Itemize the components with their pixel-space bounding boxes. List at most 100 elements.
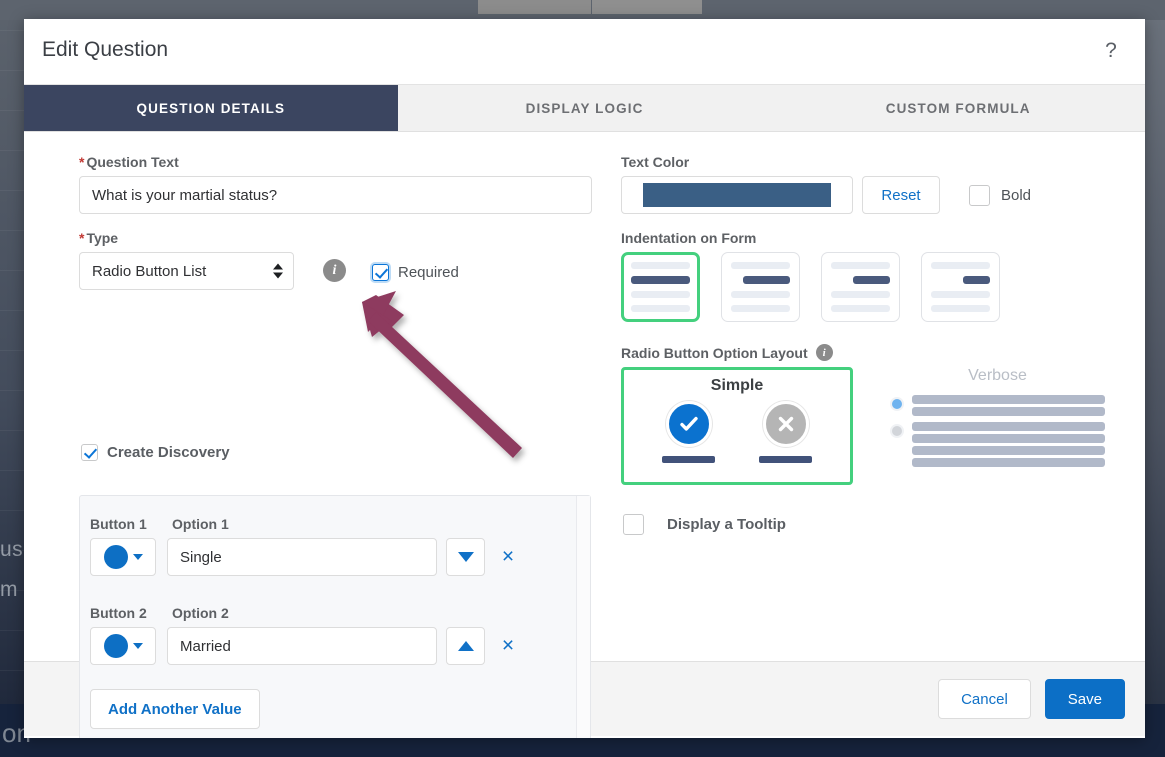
indentation-label: Indentation on Form [621,230,757,246]
required-label: Required [398,264,459,281]
triangle-up-icon [457,641,474,651]
option-1-color-picker[interactable] [90,538,156,576]
page-title: Edit Question [42,38,169,61]
modal-body: *Question Text *Type Radio Button List [24,132,1145,738]
save-button[interactable]: Save [1044,679,1125,719]
indent-option-1[interactable] [721,252,800,322]
triangle-down-icon [457,552,474,562]
option-2-color-picker[interactable] [90,627,156,665]
options-panel: Button 1 Option 1 × [79,495,591,738]
option-2-controls: × [90,627,519,665]
option-1-move-down-button[interactable] [446,538,485,576]
indent-line [831,305,890,312]
help-icon[interactable]: ? [1095,35,1127,67]
display-tooltip-checkbox[interactable] [623,514,644,535]
modal-header: Edit Question ? [24,19,1145,84]
background-ghost-text-2: m [0,578,18,601]
option-2-value-input[interactable] [167,627,437,665]
indent-line [931,305,990,312]
option-1-header: Option 1 [172,516,229,532]
option-2-move-up-button[interactable] [446,627,485,665]
indent-line [731,262,790,269]
bold-checkbox-row: Bold [969,184,1032,206]
type-field-group: * Type Radio Button List i Required [79,230,459,290]
text-color-reset-button[interactable]: Reset [862,176,940,214]
indent-line [831,262,890,269]
text-color-label: Text Color [621,154,690,170]
required-asterisk: * [79,230,85,246]
layout-option-simple[interactable]: Simple [621,367,853,485]
background-card-left [478,0,591,14]
option-row-1: Button 1 Option 1 × [90,516,519,576]
option-2-headers: Button 2 Option 2 [90,605,519,621]
type-info-icon[interactable]: i [323,259,346,282]
indentation-options [621,252,1000,322]
indent-option-2[interactable] [821,252,900,322]
bold-checkbox[interactable] [969,184,990,206]
button-2-header: Button 2 [90,605,147,621]
x-circle-icon [762,401,809,447]
text-color-swatch [643,183,831,207]
layout-simple-label: Simple [710,377,764,394]
create-discovery-row: Create Discovery [81,444,230,461]
background-right-panel [1145,20,1165,704]
layout-verbose-label: Verbose [968,367,1027,384]
option-row-2: Button 2 Option 2 × [90,605,519,665]
layout-simple-no-bar [759,456,812,463]
verbose-preview-row-1 [890,395,1105,419]
radio-selected-icon [890,397,904,411]
radio-layout-label-row: Radio Button Option Layout i [621,344,1105,361]
required-checkbox[interactable] [372,264,389,281]
radio-layout-info-icon[interactable]: i [815,344,833,361]
background-ghost-text-1: us [0,538,24,561]
required-asterisk: * [79,154,85,170]
add-another-value-wrap: Add Another Value [90,689,260,729]
indent-line [731,305,790,312]
create-discovery-checkbox[interactable] [81,444,98,461]
text-color-row: Reset Bold [621,176,1031,214]
option-2-remove-button[interactable]: × [497,635,519,657]
options-scrollbar[interactable] [576,496,590,738]
indent-line-active [743,276,790,284]
option-1-value-input[interactable] [167,538,437,576]
indent-line-active [631,276,690,284]
background-card-right [592,0,702,14]
indent-option-3[interactable] [921,252,1000,322]
display-tooltip-row: Display a Tooltip [623,514,786,535]
option-1-headers: Button 1 Option 1 [90,516,519,532]
verbose-preview-row-2 [890,422,1105,470]
check-circle-icon [665,401,712,447]
tab-question-details[interactable]: QUESTION DETAILS [24,85,398,131]
edit-question-modal: Edit Question ? QUESTION DETAILS DISPLAY… [24,19,1145,738]
color-swatch-dot [103,545,128,569]
type-select[interactable]: Radio Button List [79,252,294,290]
indent-line [631,305,690,312]
layout-option-verbose[interactable]: Verbose [890,367,1105,473]
radio-layout-group: Radio Button Option Layout i Simple Verb… [621,344,1105,485]
text-color-swatch-button[interactable] [621,176,853,214]
question-text-input[interactable] [79,176,592,214]
option-1-controls: × [90,538,519,576]
layout-simple-yes-bar [662,456,715,463]
indent-option-0[interactable] [621,252,700,322]
indent-line-active [853,276,890,284]
verbose-bars [912,395,1105,419]
bold-label: Bold [1001,186,1032,204]
display-tooltip-label: Display a Tooltip [667,516,786,533]
modal-tabs: QUESTION DETAILS DISPLAY LOGIC CUSTOM FO… [24,84,1145,132]
layout-simple-no [759,401,812,463]
type-select-wrap: Radio Button List [79,252,294,290]
cancel-button[interactable]: Cancel [938,679,1031,719]
tab-display-logic[interactable]: DISPLAY LOGIC [398,85,772,131]
indent-line [931,262,990,269]
color-swatch-dot [103,634,128,658]
chevron-down-icon [132,554,143,560]
option-2-header: Option 2 [172,605,229,621]
required-checkbox-row: Required [372,264,459,281]
indent-line-active [963,276,990,284]
add-another-value-button[interactable]: Add Another Value [90,689,260,729]
option-1-remove-button[interactable]: × [497,546,519,568]
type-label: * Type [79,230,119,246]
radio-layout-label: Radio Button Option Layout [621,344,808,361]
tab-custom-formula[interactable]: CUSTOM FORMULA [771,85,1145,131]
